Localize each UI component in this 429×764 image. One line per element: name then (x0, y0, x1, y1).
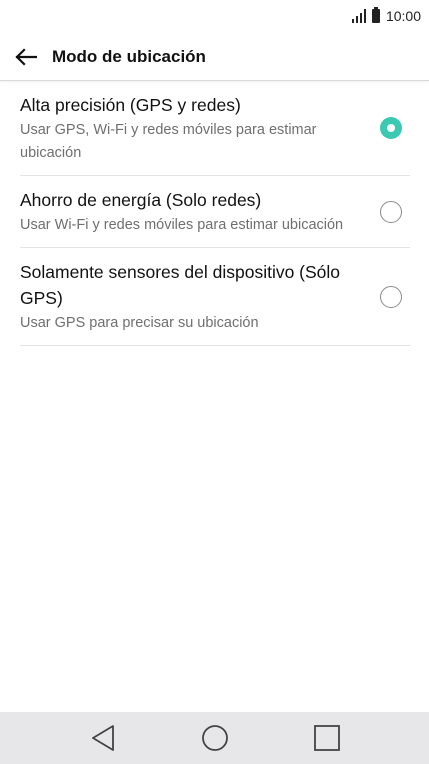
triangle-back-icon (91, 725, 114, 751)
navigation-bar (0, 712, 429, 764)
battery-icon (371, 7, 380, 23)
radio-battery-saving[interactable] (380, 200, 402, 223)
option-title: Ahorro de energía (Solo redes) (20, 190, 262, 210)
nav-home-button[interactable] (195, 718, 235, 758)
option-subtitle: Usar GPS para precisar su ubicación (20, 315, 259, 331)
option-high-accuracy[interactable]: Alta precisión (GPS y redes) Usar GPS, W… (20, 81, 410, 176)
option-device-only[interactable]: Solamente sensores del dispositivo (Sólo… (20, 248, 410, 346)
arrow-left-icon (15, 48, 37, 66)
option-title: Alta precisión (GPS y redes) (20, 95, 241, 115)
location-mode-list: Alta precisión (GPS y redes) Usar GPS, W… (20, 81, 410, 346)
nav-recents-button[interactable] (307, 718, 347, 758)
nav-back-button[interactable] (83, 718, 123, 758)
option-subtitle: Usar GPS, Wi-Fi y redes móviles para est… (20, 122, 317, 161)
option-subtitle: Usar Wi-Fi y redes móviles para estimar … (20, 217, 344, 233)
page-title: Modo de ubicación (52, 47, 206, 66)
app-bar: Modo de ubicación (0, 34, 429, 81)
square-recents-icon (313, 725, 340, 751)
status-icons: 10:00 (351, 6, 421, 26)
status-bar: 10:00 (0, 0, 429, 34)
radio-device-only[interactable] (380, 285, 402, 308)
option-title: Solamente sensores del dispositivo (Sólo… (20, 262, 341, 308)
signal-icon (351, 9, 366, 23)
back-button[interactable] (12, 43, 40, 71)
option-battery-saving[interactable]: Ahorro de energía (Solo redes) Usar Wi-F… (20, 176, 410, 248)
status-time: 10:00 (385, 8, 421, 24)
circle-home-icon (201, 725, 228, 751)
radio-high-accuracy[interactable] (380, 117, 402, 139)
